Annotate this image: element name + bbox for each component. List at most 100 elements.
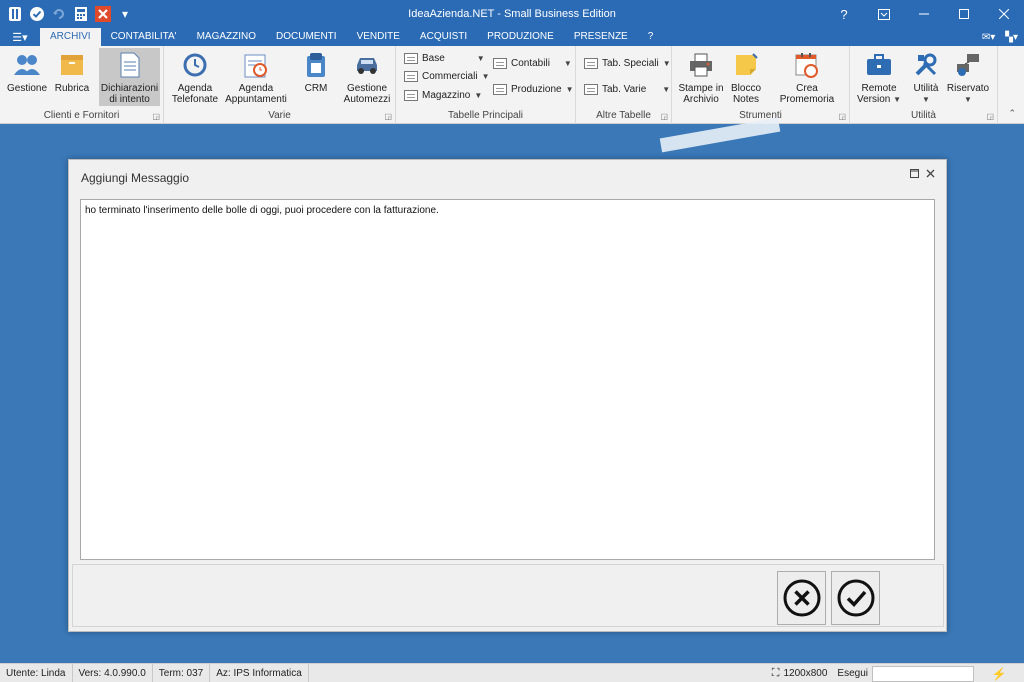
qat-customize-icon[interactable]: ▾ (116, 5, 134, 23)
tab-varie-button[interactable]: Tab. Varie ▼ (584, 81, 670, 98)
dialog-launcher-icon[interactable]: ◲ (660, 112, 668, 121)
status-terminale: Term: 037 (153, 663, 211, 682)
crea-promemoria-button[interactable]: Crea Promemoria (768, 48, 846, 106)
status-azienda: Az: IPS Informatica (210, 663, 309, 682)
network-gear-icon (954, 51, 982, 79)
minimize-icon[interactable] (904, 0, 944, 28)
collapse-ribbon-icon[interactable]: ⌃ (1008, 108, 1016, 119)
group-label-tabelle: Tabelle Principali (447, 110, 524, 121)
chevron-down-icon: ▼ (565, 85, 574, 94)
produzione-button[interactable]: Produzione ▼ (493, 81, 574, 98)
window-controls: ? (824, 0, 1024, 28)
mail-icon[interactable]: ✉▾ (982, 32, 995, 43)
tabs-right-tools: ✉▾ ▚▾ (982, 28, 1018, 46)
group-tabelle-principali: Base ▼ Commerciali ▼ Magazzino ▼ Contabi… (396, 46, 576, 124)
chevron-down-icon: ▼ (964, 95, 972, 104)
tools-icon (912, 51, 940, 79)
dialog-maximize-icon[interactable] (910, 169, 919, 181)
maximize-icon[interactable] (944, 0, 984, 28)
dialog-launcher-icon[interactable]: ◲ (838, 112, 846, 121)
layout-icon[interactable]: ▚▾ (1005, 32, 1018, 43)
stampe-archivio-button[interactable]: Stampe in Archivio (678, 48, 724, 106)
agenda-appuntamenti-button[interactable]: Agenda Appuntamenti (224, 48, 288, 106)
group-clienti-fornitori: Gestione Rubrica Dichiarazioni di intent… (0, 46, 164, 124)
calculator-icon[interactable] (72, 5, 90, 23)
close-app-icon[interactable] (94, 5, 112, 23)
fullscreen-icon[interactable]: ⛶ (768, 667, 784, 680)
magazzino-button[interactable]: Magazzino ▼ (404, 87, 482, 104)
utilita-button[interactable]: Utilità ▼ (906, 48, 946, 106)
check-circle-icon[interactable] (28, 5, 46, 23)
chevron-down-icon: ▼ (474, 91, 483, 100)
riservato-button[interactable]: Riservato ▼ (944, 48, 992, 106)
dichiarazioni-intento-button[interactable]: Dichiarazioni di intento (99, 48, 160, 106)
chevron-down-icon: ▼ (481, 72, 490, 81)
tab-vendite[interactable]: VENDITE (347, 28, 410, 46)
status-bar: Utente: Linda Vers: 4.0.990.0 Term: 037 … (0, 663, 1024, 682)
tab-magazzino[interactable]: MAGAZZINO (187, 28, 266, 46)
dialog-footer (72, 564, 944, 627)
calendar-alarm-icon (793, 51, 821, 79)
tab-presenze[interactable]: PRESENZE (564, 28, 638, 46)
cancel-circle-icon (783, 579, 820, 617)
tab-archivi[interactable]: ARCHIVI (40, 28, 101, 46)
tab-help[interactable]: ? (638, 28, 664, 46)
esegui-label: Esegui (837, 668, 868, 679)
contabili-button[interactable]: Contabili ▼ (493, 55, 572, 72)
aggiungi-messaggio-dialog: Aggiungi Messaggio ho terminato l'inseri… (68, 159, 947, 632)
chevron-down-icon: ▼ (662, 59, 671, 68)
dialog-launcher-icon[interactable]: ◲ (986, 112, 994, 121)
group-label-varie: Varie (268, 110, 291, 121)
confirm-button[interactable] (831, 571, 880, 625)
dialog-launcher-icon[interactable]: ◲ (152, 112, 160, 121)
lightning-icon[interactable]: ⚡ (974, 667, 1024, 681)
table-icon (584, 58, 598, 69)
table-icon (584, 84, 598, 95)
rubrica-button[interactable]: Rubrica (52, 48, 92, 106)
group-strumenti: Stampe in Archivio Blocco Notes Crea Pro… (672, 46, 850, 124)
document-icon (116, 51, 144, 79)
table-icon (404, 90, 418, 101)
help-button[interactable]: ? (824, 0, 864, 28)
chevron-down-icon: ▼ (662, 85, 671, 94)
tab-acquisti[interactable]: ACQUISTI (410, 28, 477, 46)
crm-button[interactable]: CRM (296, 48, 336, 106)
remote-version-button[interactable]: Remote Version ▼ (854, 48, 904, 106)
table-icon (493, 58, 507, 69)
dialog-close-icon[interactable] (926, 169, 935, 181)
check-circle-icon (837, 579, 874, 617)
group-label-utilita: Utilità (910, 110, 936, 121)
group-label-strumenti: Strumenti (739, 110, 782, 121)
briefcase-icon (865, 51, 893, 79)
status-utente: Utente: Linda (0, 663, 73, 682)
car-icon (353, 51, 381, 79)
cancel-button[interactable] (777, 571, 826, 625)
gestione-automezzi-button[interactable]: Gestione Automezzi (342, 48, 392, 106)
tab-contabilita[interactable]: CONTABILITA' (101, 28, 187, 46)
tab-speciali-button[interactable]: Tab. Speciali ▼ (584, 55, 671, 72)
table-icon (404, 71, 418, 82)
ribbon: Gestione Rubrica Dichiarazioni di intent… (0, 46, 1024, 124)
agenda-telefonate-button[interactable]: Agenda Telefonate (168, 48, 222, 106)
blocco-notes-button[interactable]: Blocco Notes (728, 48, 764, 106)
users-icon (13, 51, 41, 79)
app-logo-icon[interactable] (6, 5, 24, 23)
close-icon[interactable] (984, 0, 1024, 28)
chevron-down-icon: ▼ (563, 59, 572, 68)
status-risoluzione: 1200x800 (783, 668, 828, 679)
ribbon-display-icon[interactable] (864, 0, 904, 28)
base-button[interactable]: Base ▼ (404, 50, 485, 67)
undo-icon[interactable] (50, 5, 68, 23)
chevron-down-icon: ▼ (476, 54, 485, 63)
dialog-launcher-icon[interactable]: ◲ (384, 112, 392, 121)
group-altre-tabelle: Tab. Speciali ▼ Tab. Varie ▼ Altre Tabel… (576, 46, 672, 124)
commerciali-button[interactable]: Commerciali ▼ (404, 68, 489, 85)
esegui-input[interactable] (872, 665, 974, 682)
app-menu-icon[interactable]: ☰▾ (0, 28, 40, 46)
message-textarea[interactable]: ho terminato l'inserimento delle bolle d… (80, 199, 935, 560)
tab-documenti[interactable]: DOCUMENTI (266, 28, 347, 46)
gestione-button[interactable]: Gestione (4, 48, 50, 106)
group-label-clienti: Clienti e Fornitori (43, 110, 120, 121)
table-icon (404, 53, 418, 64)
tab-produzione[interactable]: PRODUZIONE (477, 28, 564, 46)
